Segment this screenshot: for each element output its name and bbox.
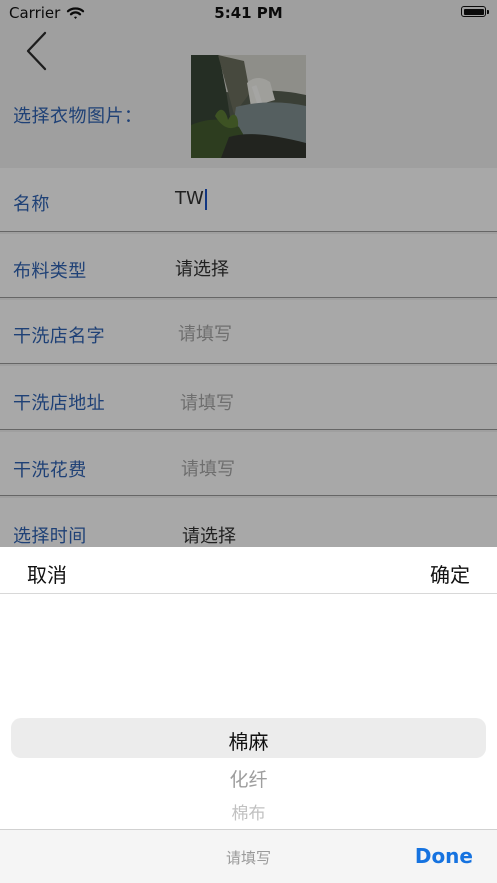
picker-option[interactable]: 化纤 [0,765,497,792]
cleaner-address-label: 干洗店地址 [13,393,105,414]
picker-header: 取消 确定 [0,547,497,594]
photo-label: 选择衣物图片： [13,106,143,127]
fabric-picker-wheel[interactable]: 棉麻 化纤 棉布 [0,594,497,829]
cleaner-name-label: 干洗店名字 [13,326,105,347]
form-row-cleaner-name[interactable]: 干洗店名字 请填写 [0,300,497,364]
battery-icon [461,6,489,17]
cleaning-cost-input[interactable]: 请填写 [181,455,235,481]
waterfall-landscape-image [191,55,306,158]
clothing-photo-thumbnail[interactable] [191,55,306,158]
cleaner-name-input[interactable]: 请填写 [178,320,232,346]
picker-option-selected[interactable]: 棉麻 [0,726,497,755]
cleaner-address-input[interactable]: 请填写 [180,389,234,415]
done-button[interactable]: Done [415,844,473,868]
name-input-value: TW [175,188,204,209]
select-time-select[interactable]: 请选择 [182,522,236,548]
keyboard-accessory-bar: 请填写 Done [0,829,497,883]
status-bar: Carrier 5:41 PM [0,0,497,28]
battery-fill [463,8,484,15]
name-input[interactable]: TW [175,188,207,210]
confirm-button[interactable]: 确定 [430,559,470,588]
fabric-type-label: 布料类型 [13,261,87,282]
cancel-button[interactable]: 取消 [27,559,67,588]
text-cursor [204,188,207,210]
select-time-label: 选择时间 [13,526,87,547]
picker-option[interactable]: 棉布 [0,799,497,824]
form-row-name[interactable]: 名称 TW [0,168,497,232]
fabric-picker-sheet: 取消 确定 棉麻 化纤 棉布 请填写 Done [0,547,497,883]
clothing-form-screen: Carrier 5:41 PM 选择衣物图片： 名称 TW 布料类型 请选择 干… [0,0,497,883]
back-button[interactable] [20,30,58,72]
form-row-cleaning-cost[interactable]: 干洗花费 请填写 [0,432,497,496]
form-row-cleaner-address[interactable]: 干洗店地址 请填写 [0,366,497,430]
fabric-type-select[interactable]: 请选择 [175,255,229,281]
chevron-left-icon [26,31,47,71]
status-time: 5:41 PM [214,4,283,22]
cleaning-cost-label: 干洗花费 [13,460,87,481]
form-row-fabric-type[interactable]: 布料类型 请选择 [0,234,497,298]
name-label: 名称 [13,194,50,215]
